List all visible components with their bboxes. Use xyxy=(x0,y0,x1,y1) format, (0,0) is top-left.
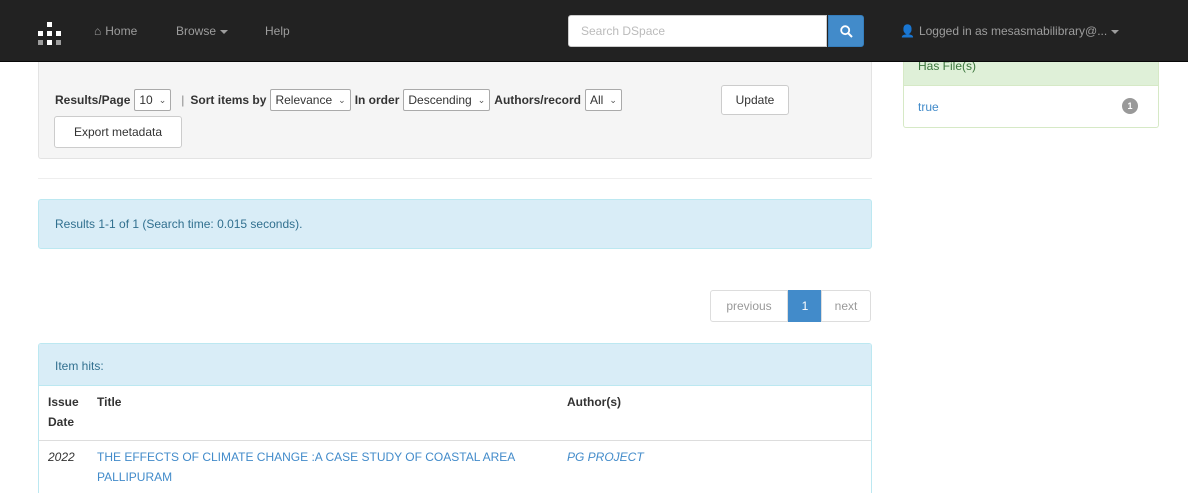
item-hits-panel: Item hits: Issue Date Title Author(s) 20… xyxy=(38,343,872,493)
caret-down-icon xyxy=(1111,29,1120,34)
chevron-down-icon: ⌄ xyxy=(158,94,167,105)
user-icon: 👤 xyxy=(900,24,915,38)
results-per-page-label: Results/Page xyxy=(55,93,131,107)
item-title-link[interactable]: THE EFFECTS OF CLIMATE CHANGE :A CASE ST… xyxy=(97,447,547,487)
nav-browse-label: Browse xyxy=(176,24,217,38)
pagination-next[interactable]: next xyxy=(821,290,871,322)
pagination-previous[interactable]: previous xyxy=(710,290,788,322)
nav-home-label: Home xyxy=(105,24,138,38)
results-per-page-select[interactable]: 10 ⌄ xyxy=(134,89,172,111)
results-per-page-value: 10 xyxy=(139,93,153,107)
search-controls-row: Results/Page 10 ⌄ | Sort items by Relevan… xyxy=(55,88,626,112)
user-menu-dropdown[interactable]: 👤 Logged in as mesasmabilibrary@... xyxy=(900,24,1120,38)
order-value: Descending xyxy=(408,93,472,107)
authors-per-record-label: Authors/record xyxy=(494,93,581,107)
pagination-page-current[interactable]: 1 xyxy=(788,290,822,322)
facet-has-files-heading: Has File(s) xyxy=(918,62,977,73)
chevron-down-icon: ⌄ xyxy=(338,94,346,105)
update-button[interactable]: Update xyxy=(721,85,789,115)
search-icon xyxy=(840,25,853,38)
sort-by-value: Relevance xyxy=(275,93,333,107)
sort-by-select[interactable]: Relevance ⌄ xyxy=(270,89,351,111)
search-button[interactable] xyxy=(828,15,864,47)
facet-item-true[interactable]: true xyxy=(918,100,939,114)
facet-count-badge: 1 xyxy=(1122,98,1138,114)
results-info-alert: Results 1-1 of 1 (Search time: 0.015 sec… xyxy=(38,199,872,249)
caret-down-icon xyxy=(220,29,229,34)
nav-browse-dropdown[interactable]: Browse xyxy=(176,24,229,38)
facet-has-files: Has File(s) true 1 xyxy=(903,62,1159,128)
authors-per-record-select[interactable]: All ⌄ xyxy=(584,89,622,111)
chevron-down-icon: ⌄ xyxy=(609,94,617,105)
search-controls-panel: Results/Page 10 ⌄ | Sort items by Relevan… xyxy=(38,62,872,159)
top-navbar: ⌂Home Browse Help 👤Logged in as mesasmab… xyxy=(0,0,1188,62)
nav-help-link[interactable]: Help xyxy=(265,24,290,38)
chevron-down-icon: ⌄ xyxy=(477,94,486,105)
item-issue-date: 2022 xyxy=(48,450,75,464)
item-author-link[interactable]: PG PROJECT xyxy=(567,447,644,467)
home-icon: ⌂ xyxy=(94,24,102,38)
sort-by-label: Sort items by xyxy=(190,93,267,107)
controls-separator: | xyxy=(181,93,185,107)
order-label: In order xyxy=(354,93,400,107)
order-select[interactable]: Descending ⌄ xyxy=(403,89,491,111)
nav-home-link[interactable]: ⌂ Home xyxy=(94,24,137,38)
results-info-text: Results 1-1 of 1 (Search time: 0.015 sec… xyxy=(55,217,303,231)
column-header-issue-date[interactable]: Issue Date xyxy=(48,392,92,432)
authors-per-record-value: All xyxy=(589,93,604,107)
column-header-authors[interactable]: Author(s) xyxy=(567,392,621,412)
export-metadata-button[interactable]: Export metadata xyxy=(54,116,182,148)
divider xyxy=(38,178,872,179)
item-hits-heading: Item hits: xyxy=(55,359,104,373)
search-input[interactable] xyxy=(568,15,827,47)
table-row-divider xyxy=(39,440,871,441)
column-header-title[interactable]: Title xyxy=(97,392,121,412)
user-menu-label: Logged in as mesasmabilibrary@... xyxy=(918,24,1108,38)
dspace-logo[interactable] xyxy=(38,22,62,46)
facet-has-files-header: Has File(s) xyxy=(904,62,1158,86)
item-hits-header: Item hits: xyxy=(39,344,871,386)
pagination: previous 1 next xyxy=(710,290,871,322)
